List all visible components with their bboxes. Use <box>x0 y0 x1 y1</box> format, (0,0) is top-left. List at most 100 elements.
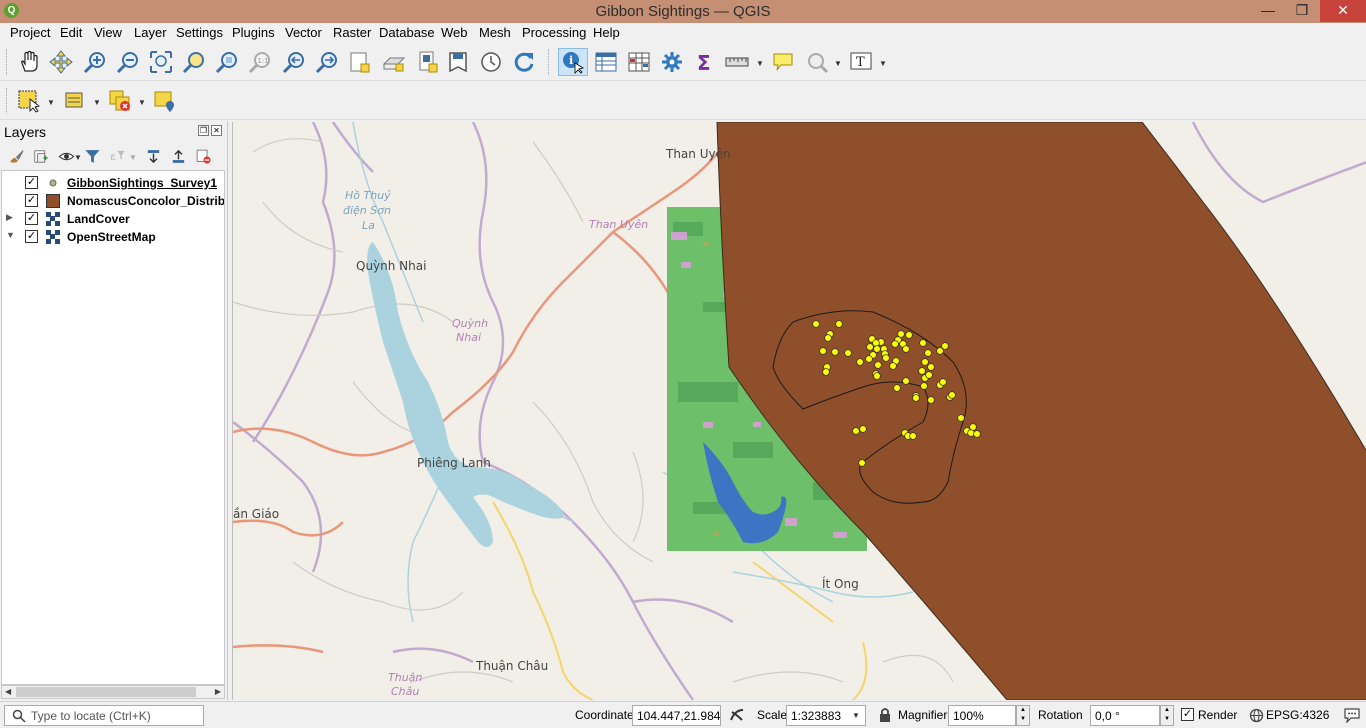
show-bookmarks-icon[interactable] <box>381 49 407 75</box>
menu-mesh[interactable]: Mesh <box>479 25 511 40</box>
deselect-icon[interactable] <box>62 88 88 114</box>
menu-web[interactable]: Web <box>441 25 468 40</box>
layer-expander[interactable]: ▶ <box>6 212 13 223</box>
sighting-point[interactable] <box>936 347 944 355</box>
sighting-point[interactable] <box>957 414 965 422</box>
manage-visibility-icon[interactable] <box>56 146 76 166</box>
expand-all-icon[interactable] <box>143 146 163 166</box>
sighting-point[interactable] <box>882 354 890 362</box>
sighting-point[interactable] <box>889 362 897 370</box>
close-button[interactable]: ✕ <box>1320 0 1366 22</box>
field-calculator-icon[interactable] <box>626 49 652 75</box>
sighting-point[interactable] <box>919 339 927 347</box>
identify-icon[interactable]: i <box>558 48 588 76</box>
layer-visibility-checkbox[interactable]: ✓ <box>25 230 38 243</box>
menu-processing[interactable]: Processing <box>522 25 586 40</box>
zoom-tool-dropdown-arrow[interactable]: ▼ <box>834 59 842 68</box>
scroll-left-arrow[interactable]: ◀ <box>5 686 11 698</box>
float-panel-button[interactable]: ❐ <box>198 125 209 136</box>
menu-settings[interactable]: Settings <box>176 25 223 40</box>
menu-edit[interactable]: Edit <box>60 25 82 40</box>
new-bookmark-icon[interactable] <box>347 49 373 75</box>
map-svg[interactable]: Than Uyên Hồ Thuỷ điện Sơn La Than Uyên … <box>233 122 1366 700</box>
measure-dropdown-arrow[interactable]: ▼ <box>756 59 764 68</box>
sighting-point[interactable] <box>969 423 977 431</box>
magnifier-spinner[interactable]: ▲ ▼ <box>1016 705 1030 726</box>
pan-icon[interactable] <box>16 49 42 75</box>
new-map-view-icon[interactable] <box>415 49 441 75</box>
minimize-button[interactable]: — <box>1254 0 1282 22</box>
annotation-dropdown-arrow[interactable]: ▼ <box>879 59 887 68</box>
toggle-extents-icon[interactable] <box>729 707 745 726</box>
toolbar-handle[interactable] <box>548 49 550 75</box>
layer-row-landcover[interactable]: ▶ ✓ LandCover <box>2 210 224 228</box>
processing-toolbox-icon[interactable] <box>659 49 685 75</box>
sighting-point[interactable] <box>920 382 928 390</box>
sighting-point[interactable] <box>973 430 981 438</box>
restore-button[interactable]: ❐ <box>1288 0 1316 22</box>
sighting-point[interactable] <box>927 363 935 371</box>
layer-visibility-checkbox[interactable]: ✓ <box>25 176 38 189</box>
toolbar-handle[interactable] <box>6 88 8 114</box>
add-group-icon[interactable] <box>30 146 50 166</box>
sighting-point[interactable] <box>812 320 820 328</box>
toolbar-handle[interactable] <box>6 49 8 75</box>
zoom-next-icon[interactable] <box>314 49 340 75</box>
select-expression-dropdown-arrow[interactable]: ▼ <box>138 98 146 107</box>
sighting-point[interactable] <box>844 349 852 357</box>
select-by-expression-icon[interactable] <box>107 88 133 114</box>
menu-plugins[interactable]: Plugins <box>232 25 275 40</box>
filter-by-expression-icon[interactable]: ε <box>107 146 127 166</box>
sighting-point[interactable] <box>909 432 917 440</box>
filter-legend-icon[interactable] <box>82 146 102 166</box>
sighting-point[interactable] <box>835 320 843 328</box>
sighting-point[interactable] <box>891 340 899 348</box>
collapse-all-icon[interactable] <box>168 146 188 166</box>
scroll-right-arrow[interactable]: ▶ <box>215 686 221 698</box>
messages-icon[interactable] <box>1343 707 1361 726</box>
sighting-point[interactable] <box>856 358 864 366</box>
sighting-point[interactable] <box>819 347 827 355</box>
sighting-point[interactable] <box>866 343 874 351</box>
layer-row-gibbon-sightings[interactable]: ✓ GibbonSightings_Survey1 <box>2 174 224 192</box>
visibility-dropdown-arrow[interactable]: ▼ <box>74 153 82 162</box>
map-canvas[interactable]: Than Uyên Hồ Thuỷ điện Sơn La Than Uyên … <box>232 122 1366 700</box>
remove-layer-icon[interactable] <box>193 146 213 166</box>
sighting-point[interactable] <box>824 334 832 342</box>
sighting-point[interactable] <box>859 425 867 433</box>
select-dropdown-arrow[interactable]: ▼ <box>47 98 55 107</box>
sighting-point[interactable] <box>918 367 926 375</box>
layer-row-openstreetmap[interactable]: ▼ ✓ OpenStreetMap <box>2 228 224 246</box>
crs-label[interactable]: EPSG:4326 <box>1266 708 1329 722</box>
zoom-tool-icon[interactable] <box>804 49 830 75</box>
sighting-point[interactable] <box>865 355 873 363</box>
text-annotation-icon[interactable]: T <box>848 49 874 75</box>
select-features-icon[interactable] <box>16 88 42 114</box>
menu-layer[interactable]: Layer <box>134 25 167 40</box>
statistics-icon[interactable]: Σ <box>692 49 718 75</box>
coordinate-field[interactable]: 104.447,21.984 <box>632 705 721 726</box>
crs-globe-icon[interactable] <box>1249 708 1264 726</box>
attribute-table-icon[interactable] <box>593 49 619 75</box>
zoom-to-layer-icon[interactable] <box>214 49 240 75</box>
layer-visibility-checkbox[interactable]: ✓ <box>25 194 38 207</box>
temporal-controller-icon[interactable] <box>478 49 504 75</box>
menu-vector[interactable]: Vector <box>285 25 322 40</box>
zoom-native-icon[interactable]: 1:1 <box>247 49 273 75</box>
deselect-dropdown-arrow[interactable]: ▼ <box>93 98 101 107</box>
sighting-point[interactable] <box>924 349 932 357</box>
sighting-point[interactable] <box>939 378 947 386</box>
sighting-point[interactable] <box>873 372 881 380</box>
rotation-spinner[interactable]: ▲ ▼ <box>1160 705 1174 726</box>
menu-project[interactable]: Project <box>10 25 50 40</box>
measure-icon[interactable] <box>724 49 750 75</box>
menu-view[interactable]: View <box>94 25 122 40</box>
sighting-point[interactable] <box>822 368 830 376</box>
zoom-to-selection-icon[interactable] <box>181 49 207 75</box>
zoom-out-icon[interactable] <box>115 49 141 75</box>
sighting-point[interactable] <box>912 394 920 402</box>
layer-visibility-checkbox[interactable]: ✓ <box>25 212 38 225</box>
menu-database[interactable]: Database <box>379 25 435 40</box>
sighting-point[interactable] <box>905 331 913 339</box>
sighting-point[interactable] <box>948 391 956 399</box>
